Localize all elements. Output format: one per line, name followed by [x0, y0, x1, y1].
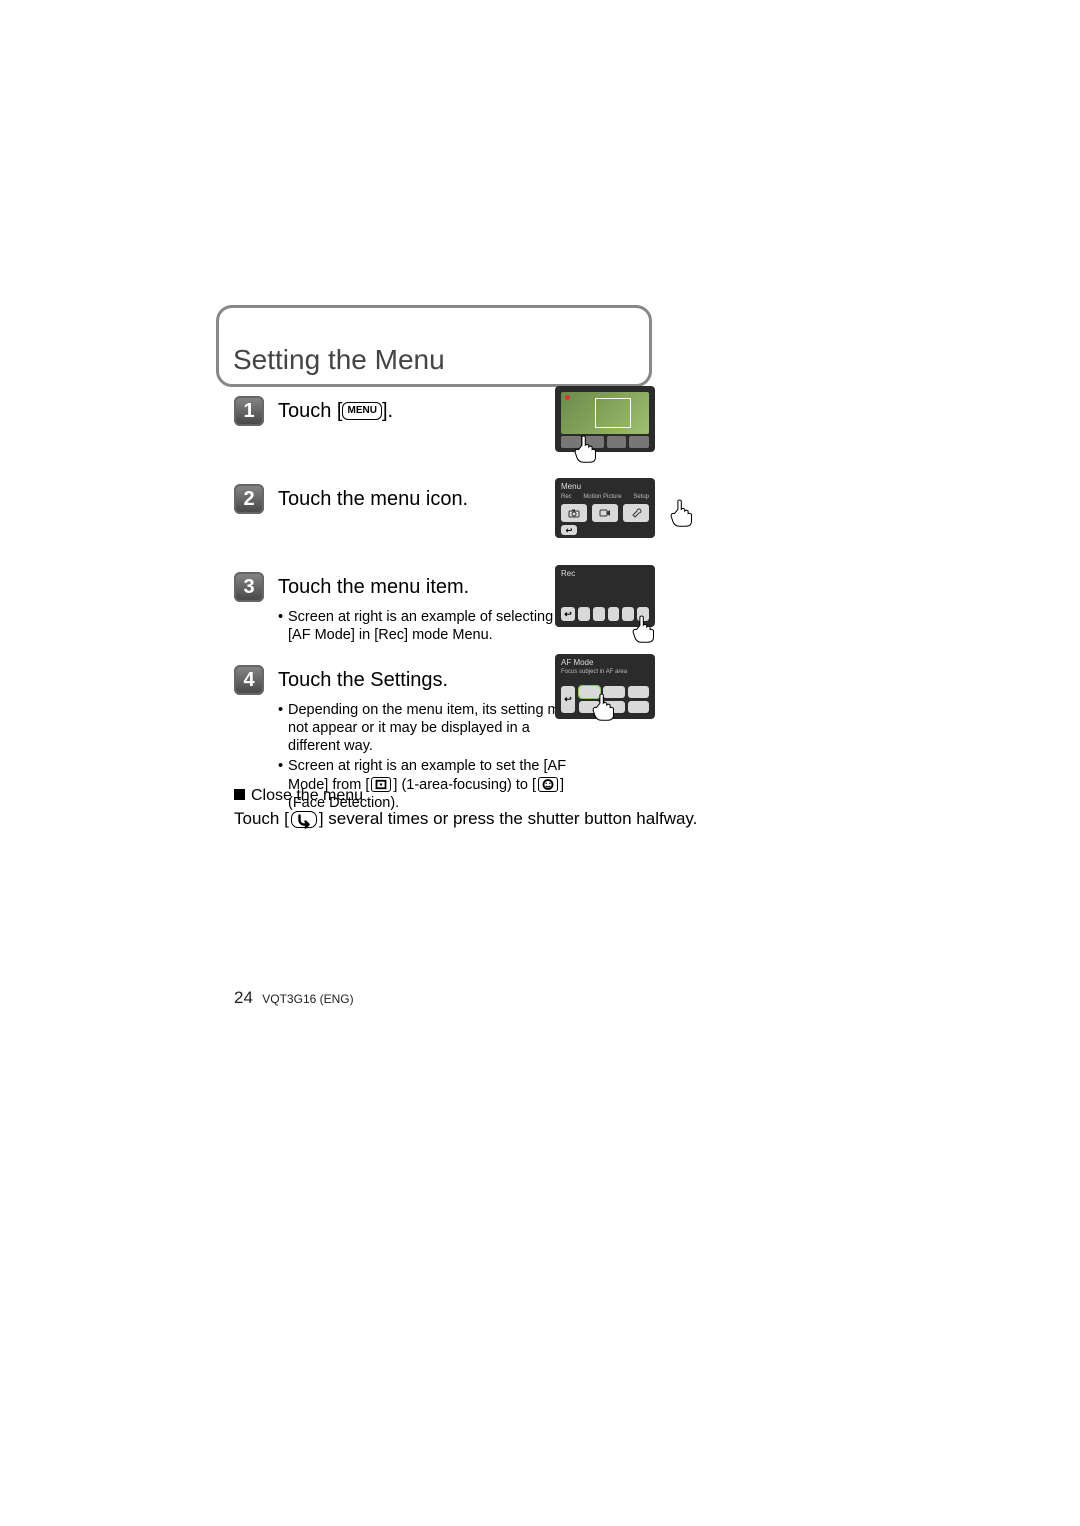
step-number-badge: 3: [234, 572, 264, 602]
section-title: Setting the Menu: [233, 344, 445, 376]
step-1-text-pre: Touch [: [278, 400, 342, 422]
camera-icon: [561, 504, 587, 522]
touch-hand-icon: [570, 430, 604, 464]
close-menu-heading: Close the menu: [234, 787, 734, 805]
video-icon: [592, 504, 618, 522]
back-icon: ↩: [561, 607, 575, 621]
section-title-frame: Setting the Menu: [216, 305, 652, 387]
menu-option-icon: [593, 607, 605, 621]
step-2: 2 Touch the menu icon.: [234, 484, 468, 514]
step-3: 3 Touch the menu item. Screen at right i…: [234, 572, 578, 646]
close-heading-text: Close the menu: [251, 787, 363, 804]
bullet-square-icon: [234, 789, 245, 800]
step-3-bullet: Screen at right is an example of selecti…: [278, 608, 578, 644]
shot2-header: Menu: [561, 482, 649, 491]
back-icon: ↩: [561, 686, 575, 713]
step-number-badge: 1: [234, 396, 264, 426]
af-option-icon: [628, 701, 649, 713]
close-menu-body: Touch [ ] several times or press the shut…: [234, 809, 734, 829]
close-body-pre: Touch [: [234, 809, 289, 828]
step-number-badge: 2: [234, 484, 264, 514]
back-icon: ↩: [561, 525, 577, 535]
touch-hand-icon: [628, 610, 662, 644]
shot3-header: Rec: [561, 569, 575, 578]
shot4-sub: Focus subject in AF area: [561, 669, 649, 675]
close-menu-section: Close the menu Touch [ ] several times or…: [234, 787, 734, 829]
af-option-icon: [628, 686, 649, 698]
wrench-icon: [623, 504, 649, 522]
doc-code: VQT3G16 (ENG): [262, 992, 353, 1006]
page-footer: 24 VQT3G16 (ENG): [234, 988, 354, 1008]
step-1: 1 Touch [MENU].: [234, 396, 393, 426]
preview-screenshot-2: Menu Rec Motion Picture Setup ↩: [555, 478, 655, 538]
manual-page: Setting the Menu 1 Touch [MENU]. 2 Touch…: [0, 0, 1080, 1526]
step-1-title: Touch [MENU].: [278, 400, 393, 423]
step-3-notes: Screen at right is an example of selecti…: [278, 608, 578, 644]
menu-option-icon: [578, 607, 590, 621]
touch-hand-icon: [666, 494, 700, 528]
touch-hand-icon: [588, 688, 622, 722]
step-3-title: Touch the menu item.: [278, 576, 469, 599]
back-button-icon: [291, 811, 317, 828]
step-4-bullet-1: Depending on the menu item, its setting …: [278, 701, 578, 755]
close-body-post: ] several times or press the shutter but…: [319, 809, 698, 828]
step-1-text-post: ].: [382, 400, 393, 422]
page-number: 24: [234, 988, 253, 1007]
shot2-tab-setup: Setup: [633, 494, 649, 500]
shot2-tab-rec: Rec: [561, 494, 572, 500]
menu-option-icon: [608, 607, 620, 621]
step-4-title: Touch the Settings.: [278, 669, 448, 692]
step-2-title: Touch the menu icon.: [278, 488, 468, 511]
shot4-header: AF Mode: [561, 658, 649, 667]
menu-button-icon: MENU: [342, 402, 381, 420]
step-number-badge: 4: [234, 665, 264, 695]
shot2-tab-motion: Motion Picture: [583, 494, 621, 500]
